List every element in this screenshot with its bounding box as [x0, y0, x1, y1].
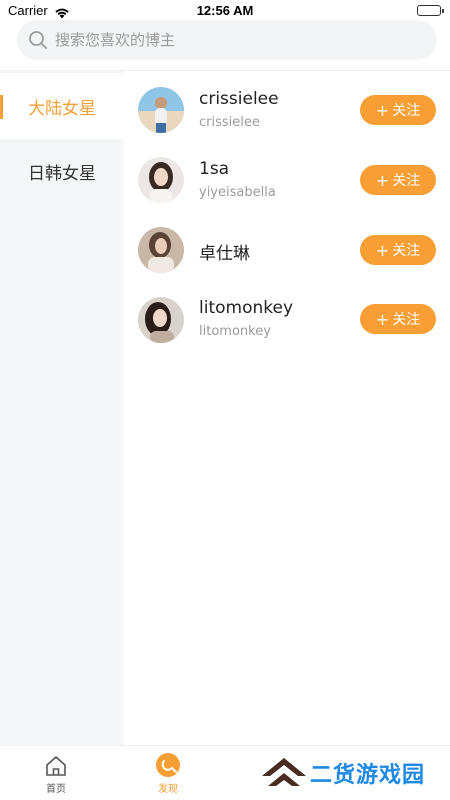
plus-icon: +	[375, 100, 390, 120]
battery-icon	[417, 5, 444, 16]
follow-button[interactable]: + 关注	[360, 165, 436, 195]
search-input[interactable]	[55, 20, 425, 60]
blogger-name: 卓仕琳	[199, 244, 250, 264]
follow-label: 关注	[392, 172, 421, 188]
blogger-handle: crissielee	[199, 115, 260, 130]
blogger-name: crissielee	[199, 89, 279, 109]
search-icon	[28, 30, 48, 54]
list-item[interactable]: crissielee crissielee + 关注	[124, 71, 450, 141]
plus-icon: +	[375, 170, 390, 190]
category-sidebar: 大陆女星 日韩女星	[0, 71, 124, 745]
follow-label: 关注	[392, 242, 421, 258]
follow-label: 关注	[392, 311, 421, 327]
list-item[interactable]: litomonkey litomonkey + 关注	[124, 281, 450, 351]
avatar[interactable]	[138, 227, 184, 273]
clock: 12:56 AM	[196, 3, 254, 18]
discover-icon	[156, 753, 180, 777]
tab-label: 发现	[158, 784, 178, 795]
blogger-name: litomonkey	[199, 298, 294, 318]
avatar[interactable]	[138, 297, 184, 343]
tab-discover[interactable]: 发现	[128, 746, 208, 800]
follow-button[interactable]: + 关注	[360, 235, 436, 265]
avatar[interactable]	[138, 87, 184, 133]
active-indicator	[0, 95, 3, 119]
blogger-handle: litomonkey	[199, 324, 271, 339]
blogger-handle: yiyeisabella	[199, 185, 276, 200]
home-icon	[44, 754, 68, 782]
search-bar[interactable]	[17, 20, 437, 60]
plus-icon: +	[375, 309, 390, 329]
blogger-name: 1sa	[199, 159, 230, 179]
avatar[interactable]	[138, 157, 184, 203]
watermark: 二货游戏园	[258, 752, 450, 796]
sidebar-item-mainland-actresses[interactable]: 大陆女星	[0, 73, 124, 139]
watermark-text: 二货游戏园	[310, 763, 426, 788]
sidebar-item-label: 大陆女星	[28, 98, 96, 119]
list-item[interactable]: 卓仕琳 + 关注	[124, 211, 450, 281]
blogger-list: crissielee crissielee + 关注 1sa yiyeisabel…	[124, 71, 450, 745]
follow-button[interactable]: + 关注	[360, 304, 436, 334]
sidebar-item-japan-korea-actresses[interactable]: 日韩女星	[0, 138, 124, 204]
list-item[interactable]: 1sa yiyeisabella + 关注	[124, 141, 450, 211]
plus-icon: +	[375, 240, 390, 260]
tab-label: 首页	[46, 784, 66, 795]
follow-button[interactable]: + 关注	[360, 95, 436, 125]
status-bar: Carrier 12:56 AM	[0, 0, 450, 22]
sidebar-item-label: 日韩女星	[28, 163, 96, 184]
tab-home[interactable]: 首页	[16, 746, 96, 800]
follow-label: 关注	[392, 102, 421, 118]
